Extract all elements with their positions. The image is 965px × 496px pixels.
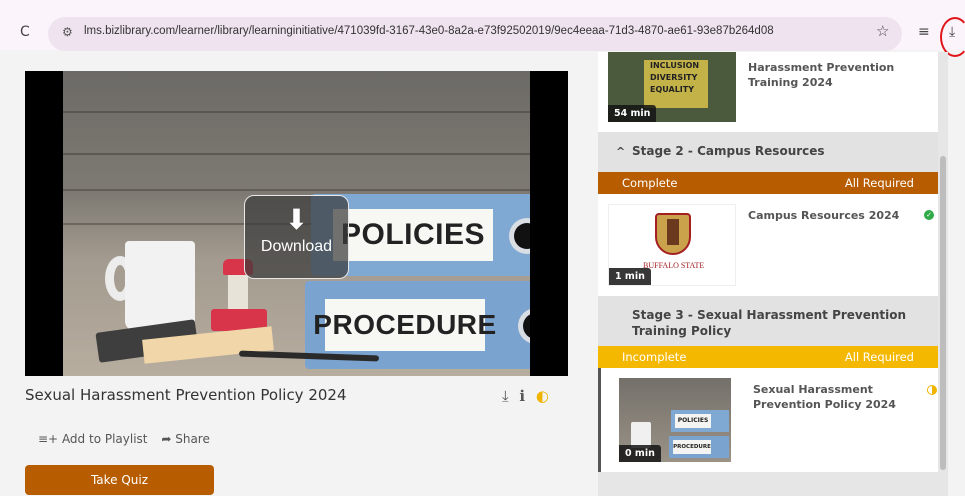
course-actions: ≡+ Add to Playlist ➦ Share bbox=[38, 432, 210, 446]
share-icon: ➦ bbox=[161, 432, 172, 446]
collapse-chevron-icon: ^ bbox=[616, 145, 626, 158]
course-thumbnail: INCLUSION DIVERSITY EQUALITY 54 min bbox=[608, 52, 736, 122]
course-card-title: Harassment Prevention Training 2024 bbox=[748, 61, 895, 89]
stage-3-status-bar: Incomplete All Required bbox=[598, 346, 938, 368]
stage-status: Incomplete bbox=[622, 350, 687, 364]
binder-label-procedure: PROCEDURE bbox=[313, 299, 496, 351]
course-card-title: Sexual Harassment Prevention Policy 2024 bbox=[753, 383, 896, 411]
download-label: Download bbox=[260, 238, 333, 255]
download-icon: ⬇ bbox=[284, 203, 309, 236]
url-text[interactable]: lms.bizlibrary.com/learner/library/learn… bbox=[84, 25, 774, 37]
duration-badge: 54 min bbox=[608, 105, 657, 122]
bookmark-star-icon[interactable]: ☆ bbox=[876, 22, 889, 40]
course-icon-group: ⤓ ℹ ◐ bbox=[502, 387, 552, 405]
stage-requirement: All Required bbox=[844, 176, 914, 190]
course-thumbnail: POLICIES PROCEDURE 0 min bbox=[619, 378, 731, 462]
site-settings-icon[interactable]: ⚙ bbox=[62, 25, 73, 39]
duration-badge: 0 min bbox=[619, 445, 661, 462]
binder-label-policies: POLICIES bbox=[333, 209, 493, 261]
info-icon[interactable]: ℹ bbox=[519, 387, 528, 405]
course-card-campus-resources[interactable]: BUFFALO STATE 1 min Campus Resources 202… bbox=[598, 194, 938, 296]
stage-2-status-bar: Complete All Required bbox=[598, 172, 938, 194]
add-to-playlist-link[interactable]: Add to Playlist bbox=[62, 432, 148, 446]
stage-2-header[interactable]: ^ Stage 2 - Campus Resources bbox=[598, 132, 938, 172]
reading-list-icon[interactable]: ≡ bbox=[918, 24, 930, 40]
duration-badge: 1 min bbox=[609, 268, 651, 285]
stage-requirement: All Required bbox=[844, 350, 914, 364]
stage-3-title: Stage 3 - Sexual Harassment Prevention T… bbox=[632, 308, 907, 338]
course-card-policy-2024[interactable]: POLICIES PROCEDURE 0 min Sexual Harassme… bbox=[598, 368, 938, 472]
stage-3-header[interactable]: Stage 3 - Sexual Harassment Prevention T… bbox=[598, 296, 938, 346]
course-card-harassment-training[interactable]: INCLUSION DIVERSITY EQUALITY 54 min Hara… bbox=[598, 52, 938, 132]
sidebar-scrollbar[interactable] bbox=[940, 156, 946, 470]
completed-check-icon: ✓ bbox=[924, 210, 934, 220]
learning-path-sidebar: INCLUSION DIVERSITY EQUALITY 54 min Hara… bbox=[598, 52, 948, 496]
stage-status: Complete bbox=[622, 176, 678, 190]
download-icon[interactable]: ⤓ bbox=[502, 387, 512, 405]
course-title: Sexual Harassment Prevention Policy 2024 bbox=[25, 386, 347, 404]
reload-icon[interactable]: C bbox=[20, 24, 30, 40]
download-overlay-button[interactable]: ⬇ Download bbox=[244, 195, 349, 279]
stage-2-title: Stage 2 - Campus Resources bbox=[632, 144, 825, 158]
red-annotation-circle bbox=[940, 17, 965, 57]
in-progress-icon bbox=[927, 385, 937, 395]
progress-status-icon: ◐ bbox=[535, 387, 552, 405]
course-card-title: Campus Resources 2024 bbox=[748, 209, 900, 222]
take-quiz-button[interactable]: Take Quiz bbox=[25, 465, 214, 495]
course-thumbnail: BUFFALO STATE 1 min bbox=[608, 204, 736, 286]
add-to-playlist-icon: ≡+ bbox=[38, 432, 59, 446]
share-link[interactable]: Share bbox=[175, 432, 210, 446]
